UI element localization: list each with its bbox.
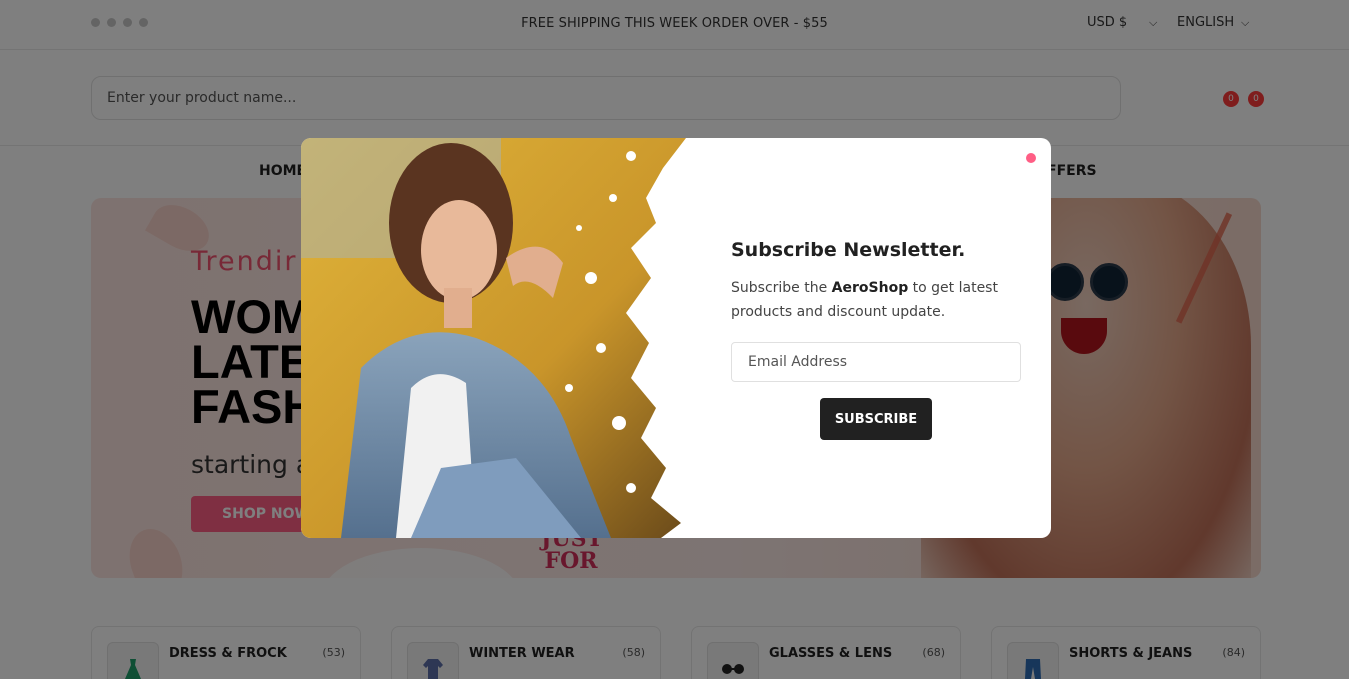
newsletter-model-image bbox=[301, 138, 686, 538]
newsletter-description: Subscribe the AeroShop to get latest pro… bbox=[731, 276, 1031, 324]
subscribe-button[interactable]: SUBSCRIBE bbox=[820, 398, 932, 440]
email-field[interactable] bbox=[731, 342, 1021, 382]
newsletter-heading: Subscribe Newsletter. bbox=[731, 239, 966, 261]
close-icon[interactable] bbox=[1026, 153, 1036, 163]
description-text: Subscribe the bbox=[731, 280, 832, 296]
newsletter-modal: Subscribe Newsletter. Subscribe the Aero… bbox=[301, 138, 1051, 538]
brand-name: AeroShop bbox=[831, 280, 909, 296]
